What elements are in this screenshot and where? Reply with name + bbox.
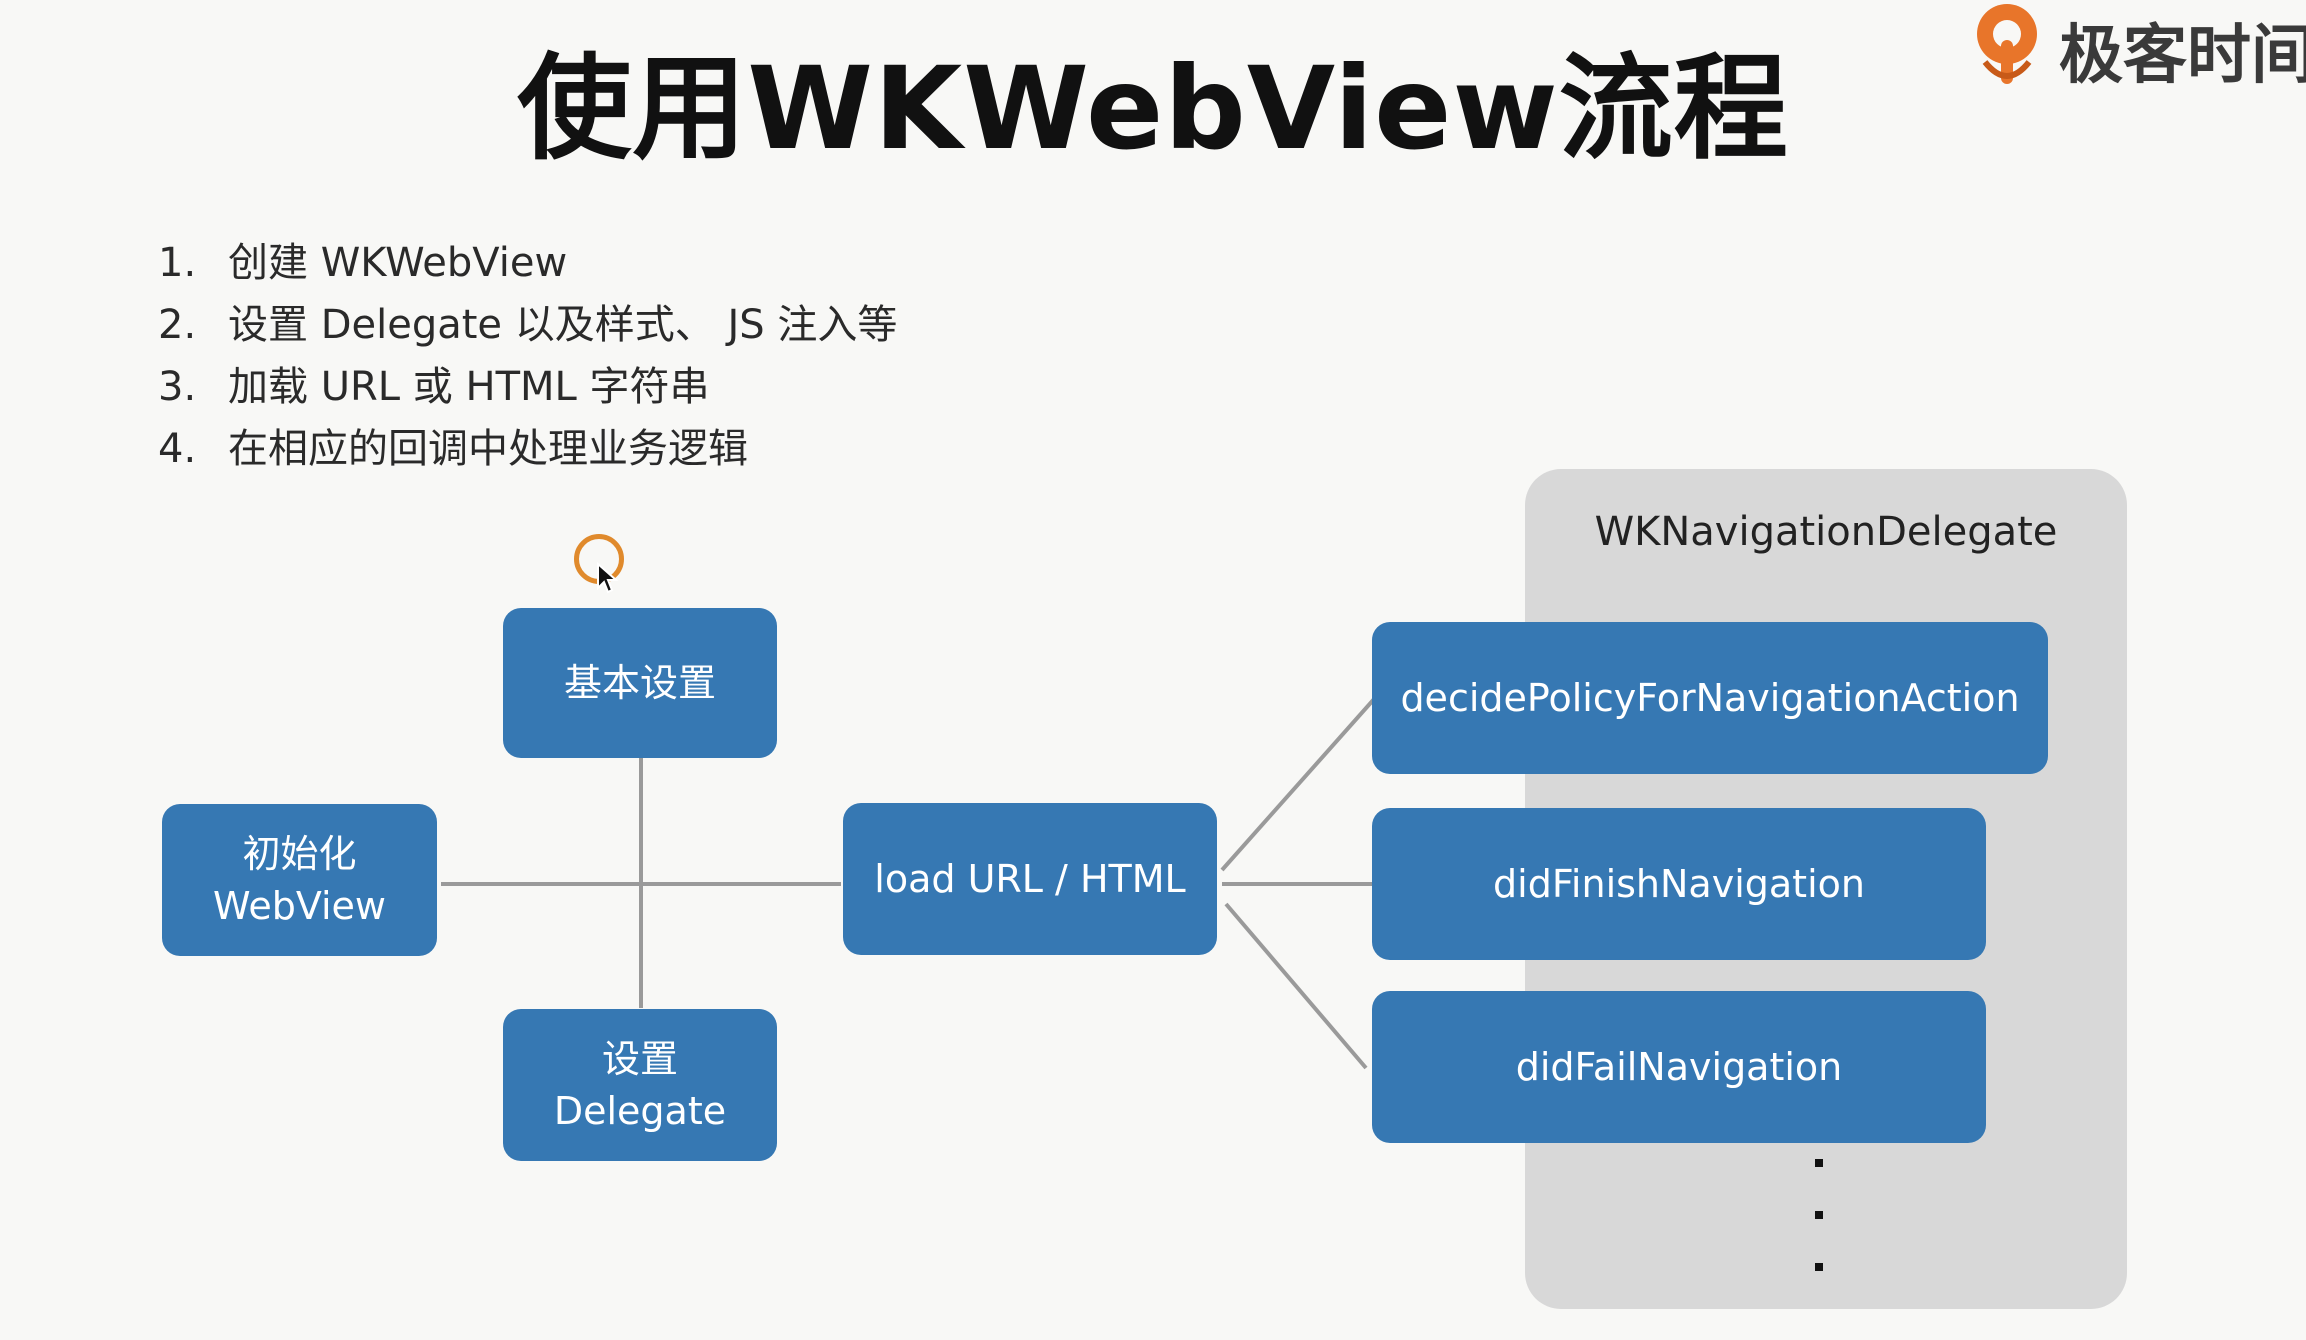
callback-decide-policy: decidePolicyForNavigationAction <box>1372 622 2048 774</box>
node-basic-settings: 基本设置 <box>503 608 777 758</box>
node-init-webview: 初始化 WebView <box>162 804 437 956</box>
node-load-url: load URL / HTML <box>843 803 1217 955</box>
callback-did-finish: didFinishNavigation <box>1372 808 1986 960</box>
callback-did-fail: didFailNavigation <box>1372 991 1986 1143</box>
connector-load-decide <box>1220 696 1377 872</box>
connector-load-fail <box>1224 902 1368 1070</box>
node-set-delegate: 设置 Delegate <box>503 1009 777 1161</box>
mouse-pointer-icon <box>597 562 619 594</box>
slide: 使用WKWebView流程 极客时间 1. 创建 WKWebView 2. 设置 D… <box>0 0 2306 1340</box>
